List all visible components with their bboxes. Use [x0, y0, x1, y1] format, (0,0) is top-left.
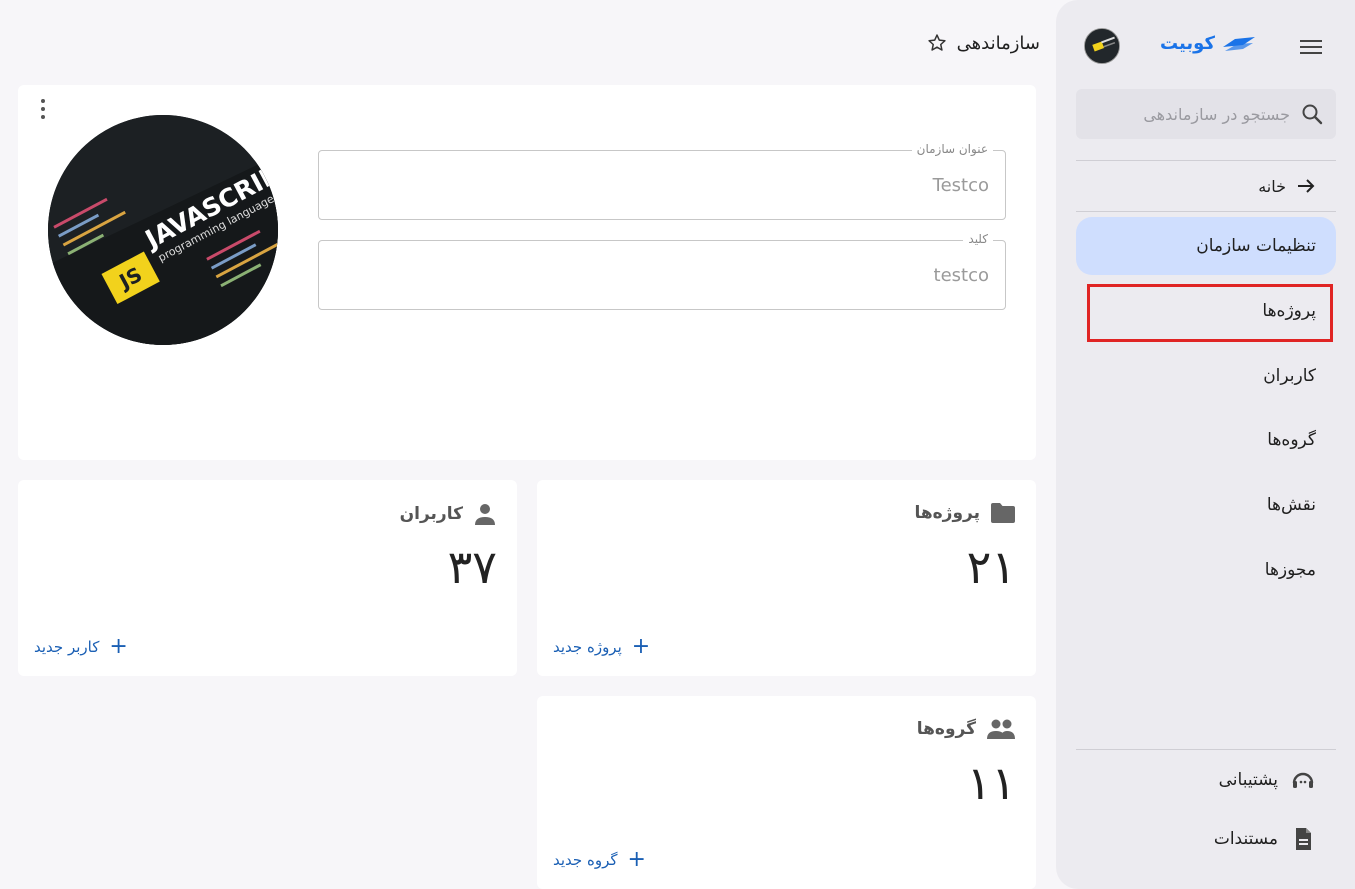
divider	[1076, 160, 1336, 161]
sidebar-item-users[interactable]: کاربران	[1076, 347, 1336, 405]
org-card: JS JAVASCRIPT programming language عنوان…	[18, 85, 1036, 460]
person-icon	[475, 504, 495, 525]
org-key-label: کلید	[963, 232, 993, 246]
plus-icon: +	[627, 847, 646, 872]
projects-title: پروژه‌ها	[914, 503, 980, 523]
org-title-field[interactable]: عنوان سازمان	[318, 142, 1006, 220]
docs-label: مستندات	[1213, 829, 1278, 849]
org-avatar[interactable]: JS JAVASCRIPT programming language	[48, 115, 278, 345]
arrow-right-icon	[1298, 179, 1315, 193]
sidebar-item-org-settings[interactable]: تنظیمات سازمان	[1076, 217, 1336, 275]
search-icon	[1302, 104, 1323, 125]
sidebar-item-label: پروژه‌ها	[1262, 301, 1316, 321]
document-icon	[1296, 828, 1311, 850]
brand-name: کوبیت	[1160, 32, 1215, 54]
menu-icon[interactable]	[1300, 36, 1324, 54]
support-label: پشتیبانی	[1218, 770, 1278, 790]
search-input[interactable]	[1090, 104, 1290, 124]
groups-title: گروه‌ها	[916, 719, 976, 739]
folder-icon	[991, 503, 1015, 523]
users-title: کاربران	[399, 504, 463, 524]
add-user-label: کاربر جدید	[34, 638, 100, 656]
org-title-input[interactable]	[319, 151, 1005, 219]
support-link[interactable]: پشتیبانی	[1076, 760, 1316, 800]
projects-header: پروژه‌ها	[914, 502, 1016, 524]
star-icon[interactable]	[927, 33, 947, 53]
sidebar-item-roles[interactable]: نقش‌ها	[1076, 476, 1336, 534]
home-label: خانه	[1258, 176, 1286, 196]
app-root: کوبیت خانه تنظیمات س	[0, 0, 1355, 889]
sidebar-item-label: گروه‌ها	[1267, 430, 1316, 450]
groups-card: گروه‌ها ۱۱ + گروه جدید	[537, 696, 1036, 889]
groups-header: گروه‌ها	[917, 718, 1016, 740]
sidebar-item-label: تنظیمات سازمان	[1196, 236, 1316, 256]
sidebar-item-groups[interactable]: گروه‌ها	[1076, 411, 1336, 469]
sidebar-item-label: کاربران	[1263, 366, 1316, 386]
org-key-input[interactable]	[319, 241, 1005, 309]
org-avatar-image: JS JAVASCRIPT programming language	[48, 115, 278, 345]
more-vert-icon[interactable]	[38, 99, 48, 123]
sidebar: کوبیت خانه تنظیمات س	[1056, 0, 1355, 889]
support-icon	[1292, 772, 1314, 788]
divider	[1076, 211, 1336, 212]
plus-icon: +	[109, 634, 128, 659]
add-group-button[interactable]: + گروه جدید	[553, 849, 646, 871]
add-user-button[interactable]: + کاربر جدید	[34, 636, 128, 658]
group-icon	[987, 719, 1015, 739]
brand[interactable]: کوبیت	[1160, 31, 1257, 55]
sidebar-item-label: نقش‌ها	[1266, 495, 1316, 515]
home-link[interactable]: خانه	[1076, 166, 1316, 206]
docs-link[interactable]: مستندات	[1076, 819, 1316, 859]
avatar[interactable]	[1084, 28, 1120, 64]
sidebar-item-projects[interactable]: پروژه‌ها	[1076, 282, 1336, 340]
users-count: ۳۷	[447, 540, 497, 594]
users-card: کاربران ۳۷ + کاربر جدید	[18, 480, 517, 676]
groups-count: ۱۱	[966, 756, 1016, 810]
plus-icon: +	[631, 634, 651, 659]
sidebar-search[interactable]	[1076, 89, 1336, 139]
add-project-label: پروژه جدید	[553, 638, 622, 656]
org-key-field[interactable]: کلید	[318, 232, 1006, 310]
users-header: کاربران	[400, 502, 497, 526]
sidebar-item-label: مجوزها	[1264, 560, 1316, 580]
org-title-label: عنوان سازمان	[911, 142, 993, 156]
sidebar-item-permissions[interactable]: مجوزها	[1076, 541, 1336, 599]
add-project-button[interactable]: + پروژه جدید	[553, 636, 650, 658]
avatar-image	[1085, 29, 1119, 63]
projects-count: ۲۱	[966, 540, 1016, 594]
page-title: سازماندهی	[880, 28, 1040, 58]
projects-card: پروژه‌ها ۲۱ + پروژه جدید	[537, 480, 1036, 676]
page-title-text: سازماندهی	[956, 32, 1040, 54]
add-group-label: گروه جدید	[553, 851, 618, 869]
divider	[1076, 749, 1336, 750]
brand-logo-icon	[1222, 37, 1255, 51]
